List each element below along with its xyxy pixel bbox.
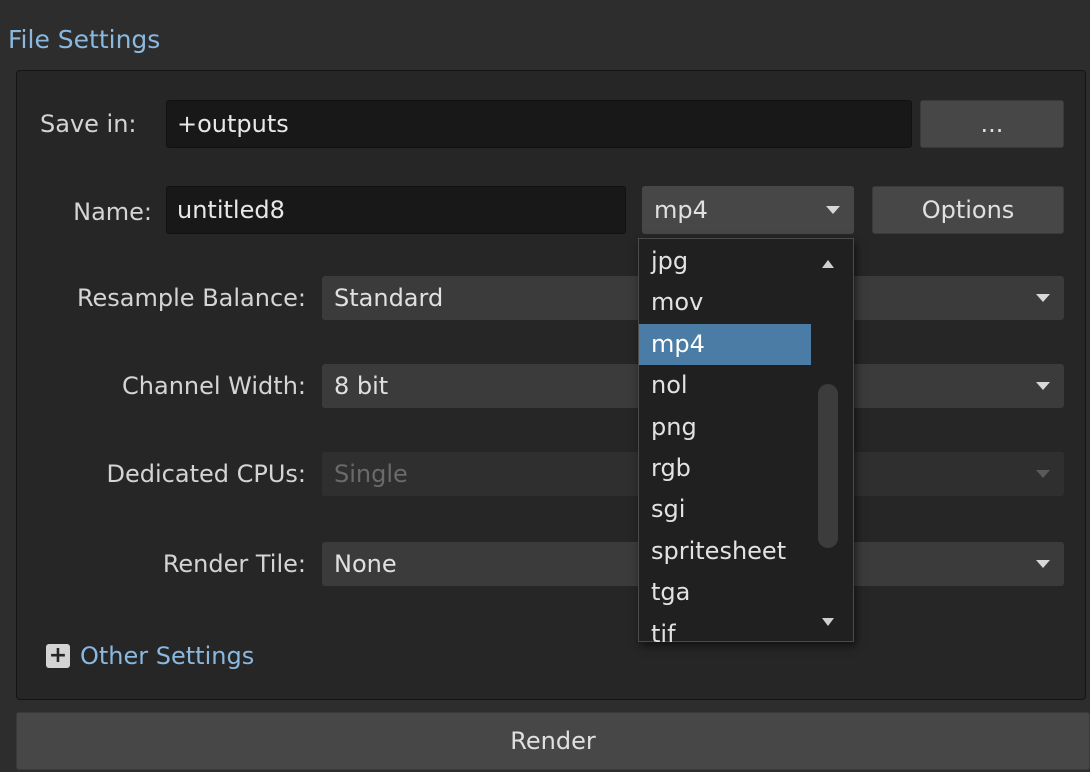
format-option-mov[interactable]: mov	[639, 282, 811, 323]
save-in-label: Save in:	[40, 110, 137, 138]
format-option-mp4[interactable]: mp4	[639, 323, 811, 366]
scroll-thumb[interactable]	[818, 384, 838, 548]
browse-button[interactable]: ...	[920, 100, 1064, 148]
render-button[interactable]: Render	[16, 712, 1090, 770]
format-option-rgb[interactable]: rgb	[639, 448, 811, 489]
scroll-up-icon[interactable]	[822, 260, 834, 268]
expand-other-settings-icon[interactable]: +	[46, 644, 70, 668]
channel-width-value: 8 bit	[334, 372, 389, 400]
format-option-png[interactable]: png	[639, 407, 811, 448]
other-settings-link[interactable]: Other Settings	[80, 636, 254, 676]
format-option-tga[interactable]: tga	[639, 572, 811, 613]
save-in-input[interactable]	[166, 100, 912, 148]
format-option-spritesheet[interactable]: spritesheet	[639, 531, 811, 572]
chevron-down-icon	[1036, 470, 1050, 478]
channel-width-label: Channel Width:	[122, 372, 306, 400]
options-button[interactable]: Options	[872, 186, 1064, 234]
dropdown-scrollbar[interactable]	[806, 240, 852, 640]
name-label: Name:	[73, 198, 152, 226]
format-option-nol[interactable]: nol	[639, 365, 811, 406]
format-options: jpg mov mp4 nol png rgb sgi spritesheet tga tif	[639, 241, 811, 655]
format-option-jpg[interactable]: jpg	[639, 241, 811, 282]
chevron-down-icon	[826, 206, 840, 214]
chevron-down-icon	[1036, 382, 1050, 390]
chevron-down-icon	[1036, 560, 1050, 568]
scroll-down-icon[interactable]	[822, 618, 834, 626]
format-select-value: mp4	[654, 196, 708, 224]
render-tile-value: None	[334, 550, 397, 578]
format-option-sgi[interactable]: sgi	[639, 489, 811, 530]
name-input[interactable]	[166, 186, 626, 234]
chevron-down-icon	[1036, 294, 1050, 302]
dedicated-cpus-value: Single	[334, 460, 408, 488]
format-select[interactable]: mp4	[642, 186, 854, 234]
dedicated-cpus-label: Dedicated CPUs:	[106, 460, 306, 488]
render-tile-label: Render Tile:	[162, 550, 306, 578]
resample-balance-label: Resample Balance:	[76, 284, 306, 312]
resample-balance-value: Standard	[334, 284, 444, 312]
format-option-tif[interactable]: tif	[639, 614, 811, 655]
section-title: File Settings	[8, 25, 161, 54]
